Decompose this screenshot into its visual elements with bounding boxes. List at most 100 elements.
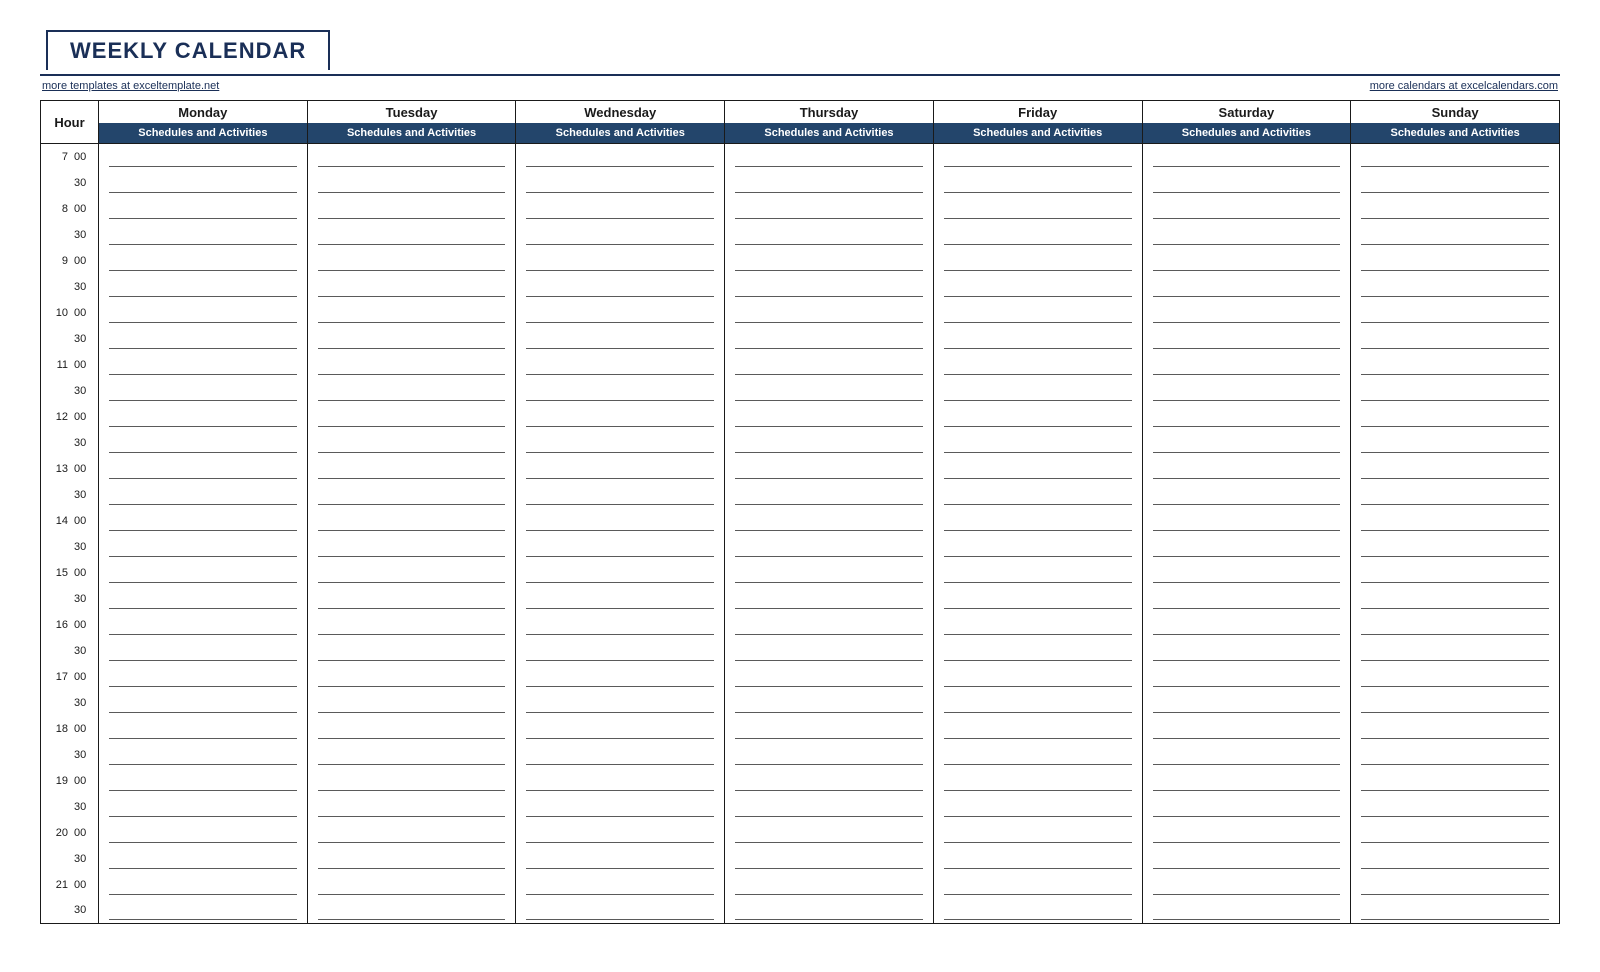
schedule-slot[interactable] <box>99 352 308 378</box>
schedule-slot[interactable] <box>725 846 934 872</box>
schedule-slot[interactable] <box>725 586 934 612</box>
schedule-slot[interactable] <box>933 300 1142 326</box>
templates-link[interactable]: more templates at exceltemplate.net <box>42 80 219 92</box>
schedule-slot[interactable] <box>99 612 308 638</box>
schedule-slot[interactable] <box>307 430 516 456</box>
schedule-slot[interactable] <box>1142 300 1351 326</box>
calendars-link[interactable]: more calendars at excelcalendars.com <box>1370 80 1558 92</box>
schedule-slot[interactable] <box>516 716 725 742</box>
schedule-slot[interactable] <box>1142 378 1351 404</box>
schedule-slot[interactable] <box>725 716 934 742</box>
schedule-slot[interactable] <box>516 742 725 768</box>
schedule-slot[interactable] <box>307 768 516 794</box>
schedule-slot[interactable] <box>99 846 308 872</box>
schedule-slot[interactable] <box>1142 898 1351 924</box>
schedule-slot[interactable] <box>1351 248 1560 274</box>
schedule-slot[interactable] <box>933 768 1142 794</box>
schedule-slot[interactable] <box>1142 820 1351 846</box>
schedule-slot[interactable] <box>933 534 1142 560</box>
schedule-slot[interactable] <box>725 352 934 378</box>
schedule-slot[interactable] <box>307 664 516 690</box>
schedule-slot[interactable] <box>1351 846 1560 872</box>
schedule-slot[interactable] <box>99 872 308 898</box>
schedule-slot[interactable] <box>933 612 1142 638</box>
schedule-slot[interactable] <box>725 274 934 300</box>
schedule-slot[interactable] <box>933 248 1142 274</box>
schedule-slot[interactable] <box>1142 482 1351 508</box>
schedule-slot[interactable] <box>1351 794 1560 820</box>
schedule-slot[interactable] <box>1351 690 1560 716</box>
schedule-slot[interactable] <box>307 144 516 170</box>
schedule-slot[interactable] <box>933 586 1142 612</box>
schedule-slot[interactable] <box>1142 222 1351 248</box>
schedule-slot[interactable] <box>516 274 725 300</box>
schedule-slot[interactable] <box>516 222 725 248</box>
schedule-slot[interactable] <box>1351 170 1560 196</box>
schedule-slot[interactable] <box>933 326 1142 352</box>
schedule-slot[interactable] <box>99 456 308 482</box>
schedule-slot[interactable] <box>516 898 725 924</box>
schedule-slot[interactable] <box>933 846 1142 872</box>
schedule-slot[interactable] <box>725 404 934 430</box>
schedule-slot[interactable] <box>725 196 934 222</box>
schedule-slot[interactable] <box>516 144 725 170</box>
schedule-slot[interactable] <box>1142 274 1351 300</box>
schedule-slot[interactable] <box>99 794 308 820</box>
schedule-slot[interactable] <box>1351 274 1560 300</box>
schedule-slot[interactable] <box>516 768 725 794</box>
schedule-slot[interactable] <box>725 456 934 482</box>
schedule-slot[interactable] <box>307 716 516 742</box>
schedule-slot[interactable] <box>516 456 725 482</box>
schedule-slot[interactable] <box>307 820 516 846</box>
schedule-slot[interactable] <box>307 404 516 430</box>
schedule-slot[interactable] <box>307 690 516 716</box>
schedule-slot[interactable] <box>99 820 308 846</box>
schedule-slot[interactable] <box>725 612 934 638</box>
schedule-slot[interactable] <box>1351 742 1560 768</box>
schedule-slot[interactable] <box>933 222 1142 248</box>
schedule-slot[interactable] <box>933 716 1142 742</box>
schedule-slot[interactable] <box>933 560 1142 586</box>
schedule-slot[interactable] <box>516 638 725 664</box>
schedule-slot[interactable] <box>933 430 1142 456</box>
schedule-slot[interactable] <box>1142 508 1351 534</box>
schedule-slot[interactable] <box>516 794 725 820</box>
schedule-slot[interactable] <box>307 508 516 534</box>
schedule-slot[interactable] <box>725 794 934 820</box>
schedule-slot[interactable] <box>933 482 1142 508</box>
schedule-slot[interactable] <box>99 404 308 430</box>
schedule-slot[interactable] <box>99 768 308 794</box>
schedule-slot[interactable] <box>516 326 725 352</box>
schedule-slot[interactable] <box>307 352 516 378</box>
schedule-slot[interactable] <box>933 170 1142 196</box>
schedule-slot[interactable] <box>725 534 934 560</box>
schedule-slot[interactable] <box>1351 404 1560 430</box>
schedule-slot[interactable] <box>1351 222 1560 248</box>
schedule-slot[interactable] <box>1142 872 1351 898</box>
schedule-slot[interactable] <box>725 898 934 924</box>
schedule-slot[interactable] <box>307 300 516 326</box>
schedule-slot[interactable] <box>307 248 516 274</box>
schedule-slot[interactable] <box>516 404 725 430</box>
schedule-slot[interactable] <box>1351 482 1560 508</box>
schedule-slot[interactable] <box>307 560 516 586</box>
schedule-slot[interactable] <box>307 872 516 898</box>
schedule-slot[interactable] <box>99 326 308 352</box>
schedule-slot[interactable] <box>307 638 516 664</box>
schedule-slot[interactable] <box>1142 560 1351 586</box>
schedule-slot[interactable] <box>516 560 725 586</box>
schedule-slot[interactable] <box>725 144 934 170</box>
schedule-slot[interactable] <box>1142 768 1351 794</box>
schedule-slot[interactable] <box>725 768 934 794</box>
schedule-slot[interactable] <box>1351 196 1560 222</box>
schedule-slot[interactable] <box>516 300 725 326</box>
schedule-slot[interactable] <box>99 716 308 742</box>
schedule-slot[interactable] <box>516 820 725 846</box>
schedule-slot[interactable] <box>307 742 516 768</box>
schedule-slot[interactable] <box>1351 638 1560 664</box>
schedule-slot[interactable] <box>307 274 516 300</box>
schedule-slot[interactable] <box>1142 534 1351 560</box>
schedule-slot[interactable] <box>99 222 308 248</box>
schedule-slot[interactable] <box>516 248 725 274</box>
schedule-slot[interactable] <box>933 378 1142 404</box>
